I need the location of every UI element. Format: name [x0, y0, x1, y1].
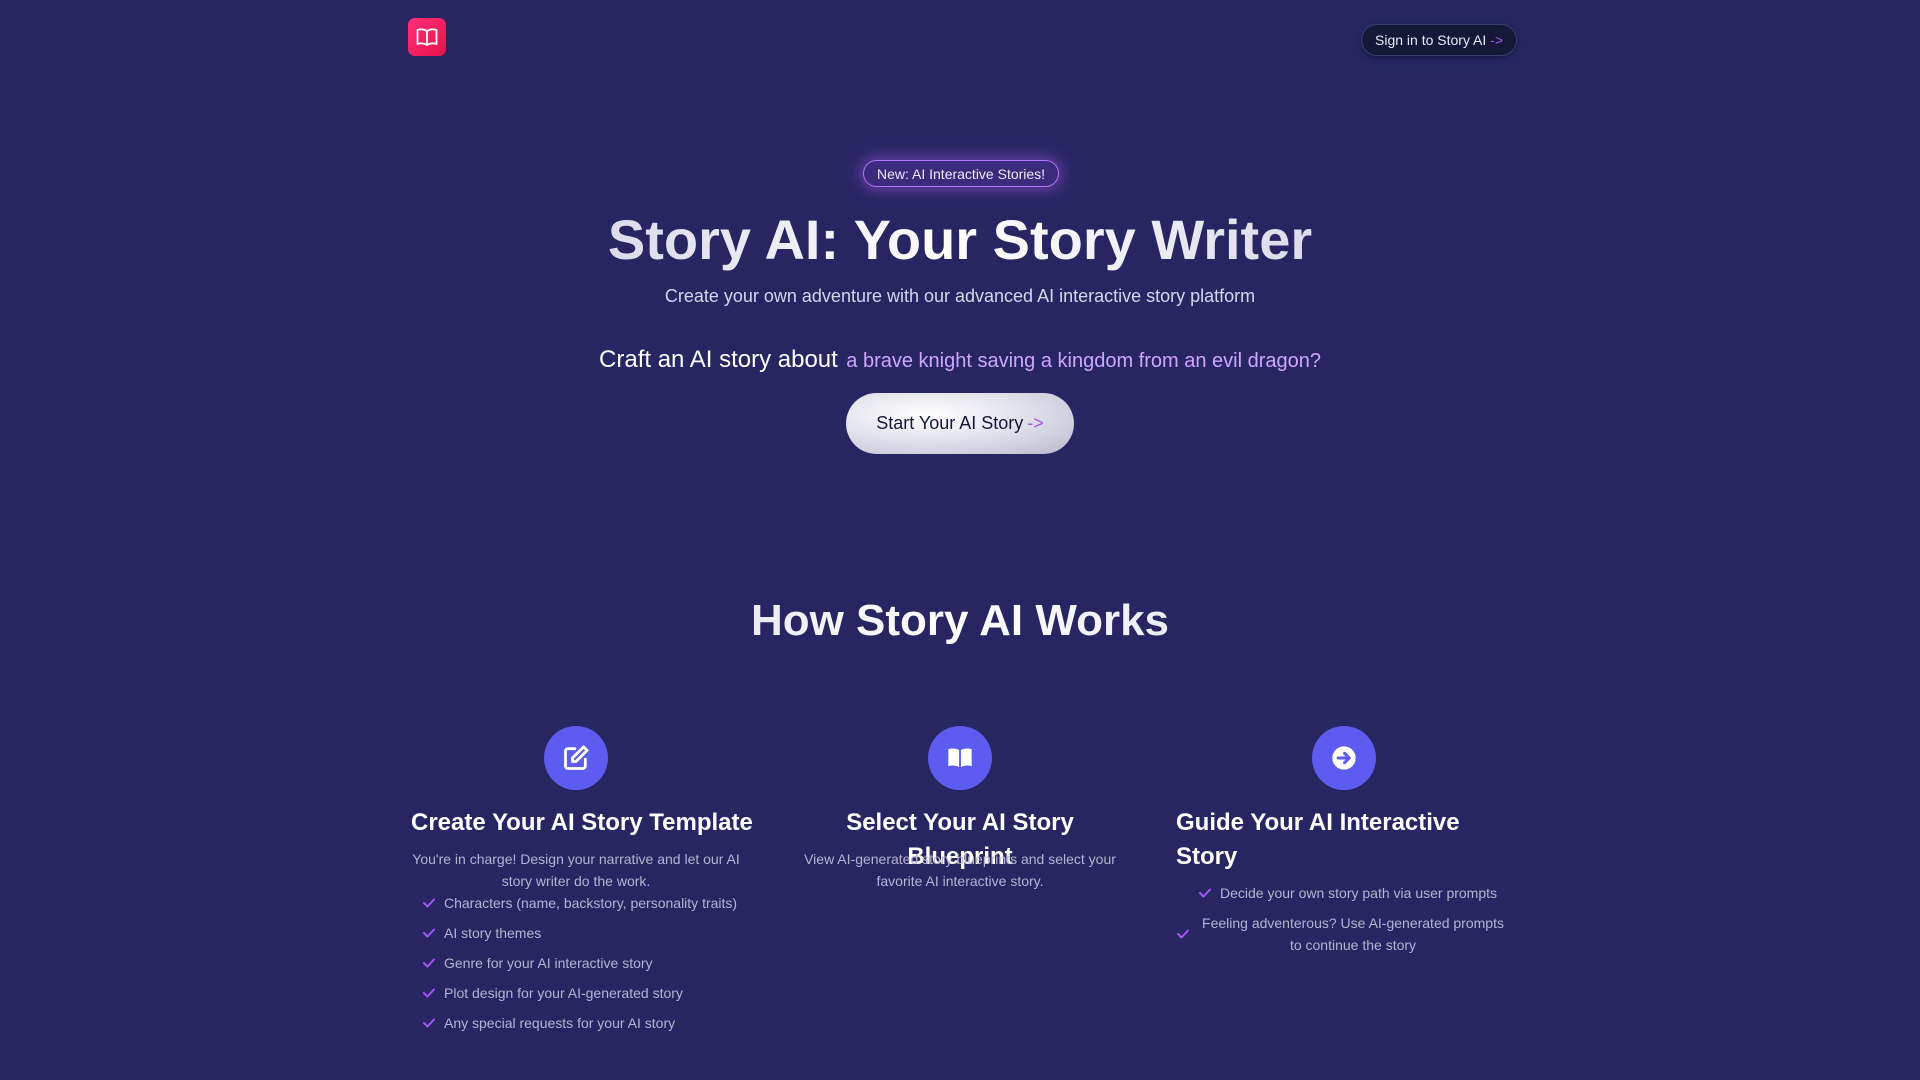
- start-story-label: Start Your AI Story: [876, 413, 1024, 433]
- start-story-arrow: ->: [1027, 413, 1044, 433]
- step-1-checklist: Characters (name, backstory, personality…: [422, 892, 737, 1042]
- edit-icon: [564, 745, 589, 770]
- hero-subtitle: Create your own adventure with our advan…: [664, 286, 1256, 306]
- step-2-description: View AI-generated story blueprints and s…: [804, 851, 1116, 889]
- check-icon: [1177, 929, 1189, 939]
- start-story-button[interactable]: Start Your AI Story ->: [846, 393, 1074, 454]
- list-item: Characters (name, backstory, personality…: [422, 892, 737, 922]
- arrow-circle-right-icon: [1332, 746, 1356, 770]
- step-2-icon-circle: [928, 726, 992, 790]
- step-1-icon-circle: [544, 726, 608, 790]
- craft-prompt: Craft an AI story about a brave knight s…: [0, 346, 1920, 374]
- list-item: Feeling adventerous? Use AI-generated pr…: [1176, 912, 1516, 956]
- step-3-icon-circle: [1312, 726, 1376, 790]
- how-it-works-title: How Story AI Works: [0, 596, 1920, 646]
- new-feature-badge: New: AI Interactive Stories!: [863, 160, 1060, 187]
- landing-page: Sign in to Story AI -> New: AI Interacti…: [0, 0, 1920, 1080]
- step-1-description: You're in charge! Design your narrative …: [412, 851, 740, 889]
- step-1-title: Create Your AI Story Template: [411, 809, 753, 836]
- list-item: Plot design for your AI-generated story: [422, 982, 737, 1012]
- check-icon: [423, 988, 435, 998]
- sign-in-arrow: ->: [1490, 32, 1504, 48]
- open-book-icon: [416, 28, 438, 46]
- list-item: AI story themes: [422, 922, 737, 952]
- list-item: Genre for your AI interactive story: [422, 952, 737, 982]
- hero-title: Story AI: Your Story Writer: [0, 207, 1920, 273]
- list-item: Decide your own story path via user prom…: [1176, 882, 1516, 904]
- check-icon: [423, 898, 435, 908]
- step-3-checklist: Decide your own story path via user prom…: [1176, 882, 1516, 964]
- sign-in-label: Sign in to Story AI: [1375, 32, 1487, 48]
- logo[interactable]: [408, 18, 446, 56]
- check-icon: [423, 928, 435, 938]
- check-icon: [1199, 888, 1211, 898]
- check-icon: [423, 958, 435, 968]
- book-icon: [948, 748, 972, 768]
- craft-lead: Craft an AI story about: [599, 346, 838, 373]
- check-icon: [423, 1018, 435, 1028]
- list-item: Any special requests for your AI story: [422, 1012, 737, 1042]
- sign-in-button[interactable]: Sign in to Story AI ->: [1361, 24, 1518, 56]
- step-3-title: Guide Your AI Interactive Story: [1176, 809, 1460, 870]
- craft-example: a brave knight saving a kingdom from an …: [846, 350, 1321, 372]
